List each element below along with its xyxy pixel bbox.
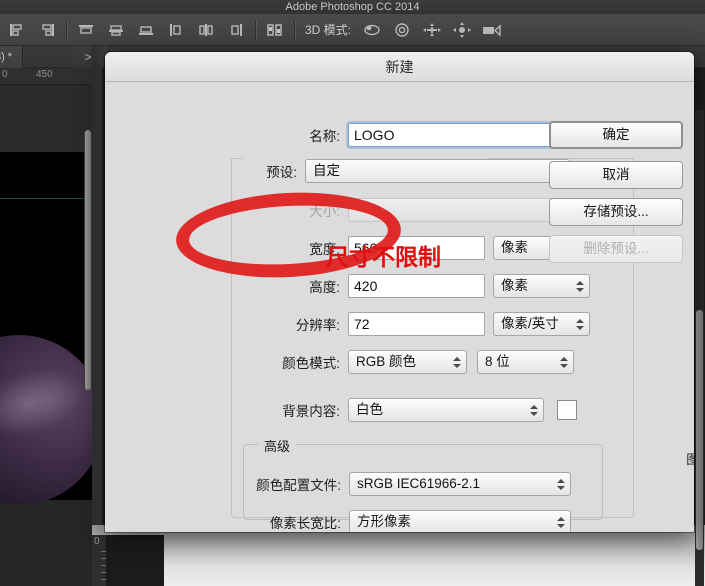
width-row: 宽度: 像素 <box>255 236 590 260</box>
bit-depth-value: 8 位 <box>485 354 510 369</box>
align-right-icon[interactable] <box>32 16 62 44</box>
preset-label: 预设: <box>266 165 297 180</box>
distribute-columns-icon[interactable] <box>260 16 290 44</box>
color-profile-select[interactable]: sRGB IEC61966-2.1 <box>349 472 571 496</box>
preset-value: 自定 <box>313 163 340 178</box>
vruler-tick-0: 0 <box>94 536 100 547</box>
app-title-bar: Adobe Photoshop CC 2014 <box>0 0 705 14</box>
size-select <box>348 198 577 222</box>
name-label: 名称: <box>309 129 340 144</box>
3d-slide-icon[interactable] <box>447 16 477 44</box>
pixel-aspect-select[interactable]: 方形像素 <box>349 510 571 532</box>
preset-select[interactable]: 自定 <box>305 159 570 183</box>
align-top-icon[interactable] <box>71 16 101 44</box>
document-tab[interactable]: GB/8) * <box>0 46 24 68</box>
3d-mode-label: 3D 模式: <box>305 23 352 37</box>
image-size-readout: 图像大小: 689.1K <box>644 448 694 496</box>
toolbar-divider <box>66 19 67 40</box>
chevron-updown-icon-height-unit <box>575 278 584 294</box>
pixel-aspect-value: 方形像素 <box>357 514 411 529</box>
background-value: 白色 <box>356 402 383 417</box>
color-mode-label: 颜色模式: <box>282 356 340 371</box>
align-middle-icon[interactable] <box>101 16 131 44</box>
image-size-label: 图像大小: <box>686 452 694 467</box>
color-profile-value: sRGB IEC61966-2.1 <box>357 476 481 491</box>
resolution-unit-select[interactable]: 像素/英寸 <box>493 312 590 336</box>
app-title: Adobe Photoshop CC 2014 <box>285 1 420 13</box>
3d-rotate-icon[interactable] <box>357 16 387 44</box>
advanced-legend: 高级 <box>258 436 297 455</box>
width-input[interactable] <box>348 236 485 260</box>
align-left-icon[interactable] <box>2 16 32 44</box>
document-tab-label: GB/8) * <box>0 51 13 63</box>
vertical-ruler: 0 <box>92 535 106 586</box>
options-toolbar: 3D 模式: <box>0 14 705 46</box>
ruler-tick-0: 0 <box>2 69 8 80</box>
height-unit-select[interactable]: 像素 <box>493 274 590 298</box>
lower-panel-area <box>92 525 705 586</box>
resolution-unit-value: 像素/英寸 <box>501 316 559 331</box>
distribute-center-icon[interactable] <box>191 16 221 44</box>
color-profile-row: 颜色配置文件: sRGB IEC61966-2.1 <box>231 472 571 496</box>
color-mode-value: RGB 颜色 <box>356 354 417 369</box>
width-label: 宽度: <box>309 242 340 257</box>
height-input[interactable] <box>348 274 485 298</box>
lower-dark-column <box>106 535 164 586</box>
toolbar-divider-2 <box>255 19 256 40</box>
dialog-title: 新建 <box>105 52 694 82</box>
color-profile-label: 颜色配置文件: <box>256 478 341 493</box>
app-vertical-scrollbar[interactable] <box>695 110 704 586</box>
3d-roll-icon[interactable] <box>387 16 417 44</box>
image-size-value: 689.1K <box>644 472 694 496</box>
width-unit-value: 像素 <box>501 240 528 255</box>
bit-depth-select[interactable]: 8 位 <box>477 350 574 374</box>
horizontal-ruler: 0 450 <box>0 68 98 85</box>
new-document-dialog: 新建 名称: 预设: 自定 大小: 宽度: <box>105 52 694 532</box>
pixel-aspect-row: 像素长宽比: 方形像素 <box>231 510 571 532</box>
delete-preset-button: 删除预设... <box>549 235 683 263</box>
chevron-updown-icon-bg <box>529 402 538 418</box>
background-select[interactable]: 白色 <box>348 398 544 422</box>
align-bottom-icon[interactable] <box>131 16 161 44</box>
resolution-label: 分辨率: <box>295 318 340 333</box>
pixel-aspect-label: 像素长宽比: <box>269 516 341 531</box>
ruler-tick-450: 450 <box>36 69 53 80</box>
resolution-row: 分辨率: 像素/英寸 <box>245 312 590 336</box>
distribute-right-icon[interactable] <box>221 16 251 44</box>
background-color-swatch[interactable] <box>557 400 577 420</box>
cancel-button[interactable]: 取消 <box>549 161 683 189</box>
dialog-body: 名称: 预设: 自定 大小: 宽度: 像素 <box>105 82 694 532</box>
chevron-updown-icon-colormode <box>452 354 461 370</box>
save-preset-button[interactable]: 存储预设... <box>549 198 683 226</box>
distribute-left-icon[interactable] <box>161 16 191 44</box>
canvas-vertical-scrollbar[interactable] <box>84 130 92 390</box>
chevron-updown-icon-profile <box>556 476 565 492</box>
background-row: 背景内容: 白色 <box>235 398 577 422</box>
chevron-updown-icon-aspect <box>556 514 565 530</box>
background-label: 背景内容: <box>282 404 340 419</box>
height-row: 高度: 像素 <box>255 274 590 298</box>
preset-row: 预设: 自定 <box>245 159 570 183</box>
3d-pan-icon[interactable] <box>417 16 447 44</box>
chevron-updown-icon-res-unit <box>575 316 584 332</box>
size-label: 大小: <box>309 204 340 219</box>
color-mode-select[interactable]: RGB 颜色 <box>348 350 467 374</box>
resolution-input[interactable] <box>348 312 485 336</box>
3d-camera-icon[interactable] <box>477 16 507 44</box>
chevron-updown-icon-depth <box>559 354 568 370</box>
size-row: 大小: <box>255 198 577 222</box>
toolbar-divider-3 <box>294 19 295 40</box>
color-mode-row: 颜色模式: RGB 颜色 8 位 <box>235 350 574 374</box>
ok-button[interactable]: 确定 <box>549 121 683 149</box>
height-unit-value: 像素 <box>501 278 528 293</box>
height-label: 高度: <box>309 280 340 295</box>
canvas-gutter <box>92 46 102 586</box>
